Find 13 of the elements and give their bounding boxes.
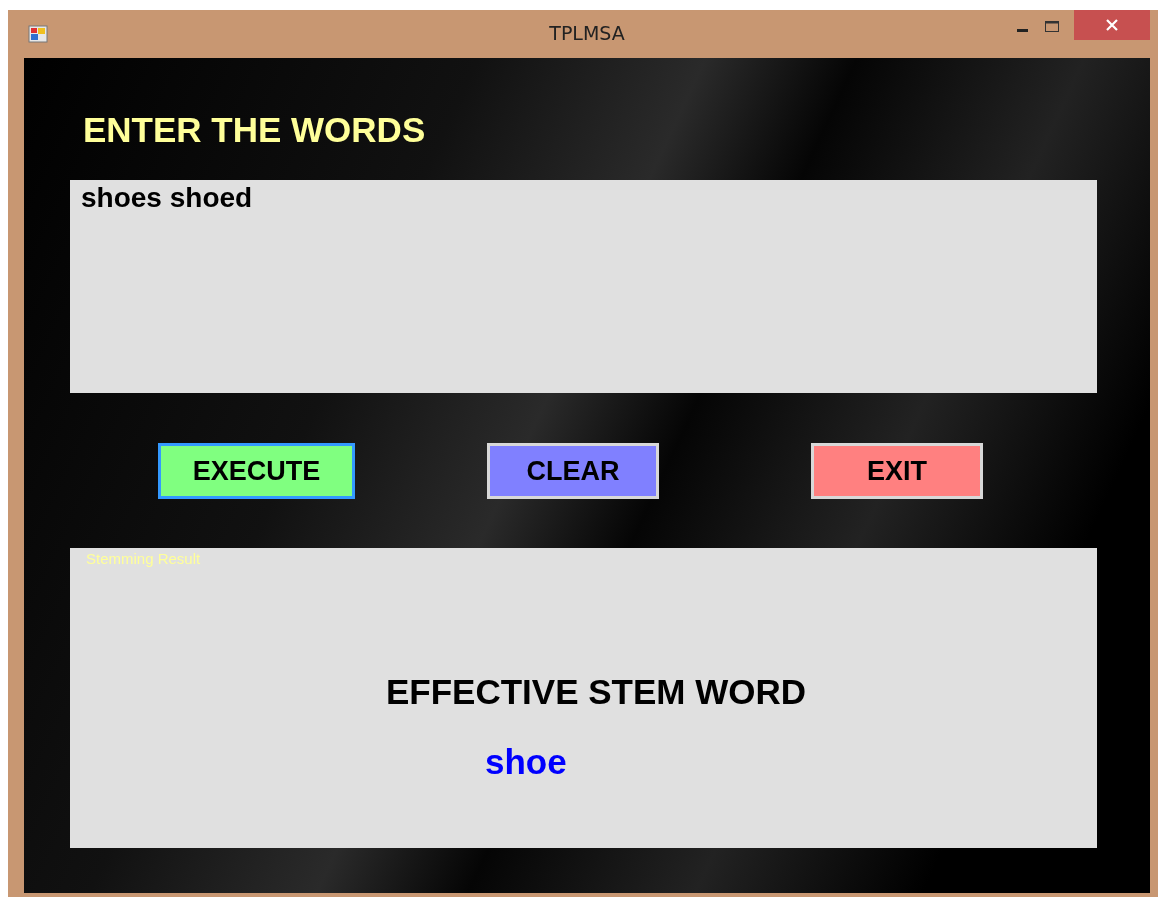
app-icon bbox=[28, 25, 48, 43]
maximize-icon[interactable] bbox=[1044, 20, 1060, 34]
close-button[interactable] bbox=[1074, 10, 1150, 40]
close-icon bbox=[1105, 18, 1119, 32]
result-value: shoe bbox=[485, 742, 567, 782]
action-button[interactable]: CLEAR bbox=[487, 443, 659, 499]
action-button[interactable]: EXIT bbox=[811, 443, 983, 499]
group-label: Stemming Result bbox=[86, 550, 201, 567]
words-input-field[interactable]: shoes shoed bbox=[70, 180, 1097, 393]
action-button[interactable]: EXECUTE bbox=[158, 443, 355, 499]
result-title: EFFECTIVE STEM WORD bbox=[386, 672, 806, 712]
window-title: TPLMSA bbox=[549, 22, 625, 44]
input-heading: ENTER THE WORDS bbox=[83, 110, 427, 150]
